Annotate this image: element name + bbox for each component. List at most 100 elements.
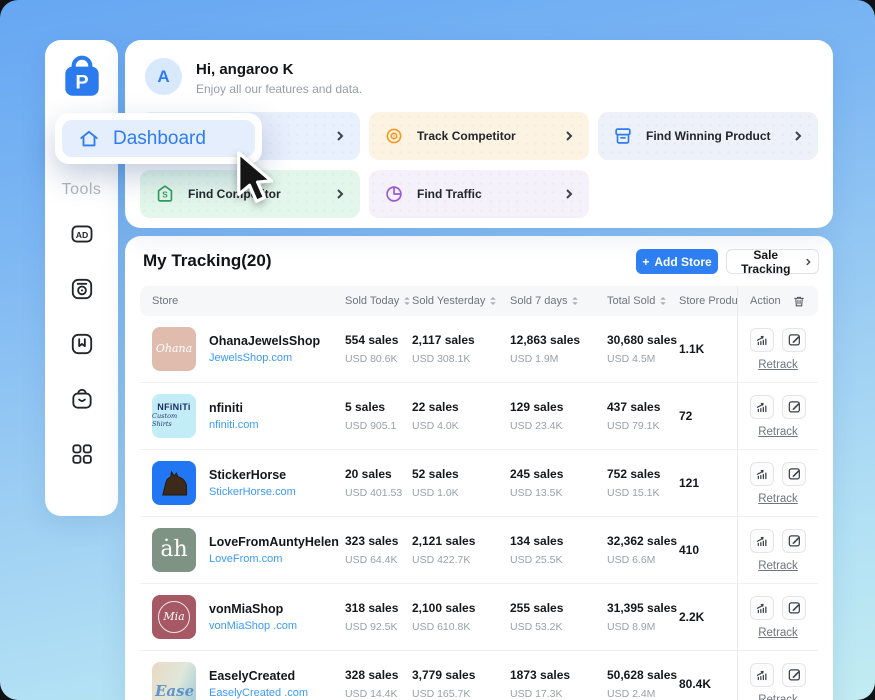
edit-button[interactable]	[782, 663, 806, 687]
store-logo: ȧh	[152, 528, 196, 572]
sold-7days-cell: 12,863 sales USD 1.9M	[510, 333, 607, 365]
store-bag-icon[interactable]	[69, 386, 95, 412]
column-header[interactable]: Store Products	[679, 295, 737, 307]
sold-today-cell: 20 sales USD 401.53	[345, 467, 412, 499]
store-logo: Ease	[152, 662, 196, 700]
greeting-title: Hi, angaroo K	[196, 61, 294, 78]
chart-icon	[755, 667, 770, 682]
sidebar: P Tools AD	[45, 40, 118, 516]
sold-today-cell: 554 sales USD 80.6K	[345, 333, 412, 365]
action-cell: Retrack	[737, 450, 818, 516]
sort-icon[interactable]	[489, 296, 497, 306]
store-domain-link[interactable]: LoveFrom.com	[209, 553, 339, 565]
dashboard-menu-popup: Dashboard	[55, 113, 262, 164]
chevron-right-icon	[334, 130, 346, 142]
sort-icon[interactable]	[403, 296, 411, 306]
table-row: Ease EaselyCreated EaselyCreated .com 32…	[140, 651, 818, 700]
brand-bag-logo[interactable]: P	[58, 53, 106, 101]
table-row: StickerHorse StickerHorse.com 20 sales U…	[140, 450, 818, 517]
bookmark-icon[interactable]	[69, 331, 95, 357]
avatar[interactable]: A	[145, 58, 182, 95]
quick-card-track-competitor[interactable]: Track Competitor	[369, 112, 589, 160]
total-sold-cell: 752 sales USD 15.1K	[607, 467, 679, 499]
trash-icon[interactable]	[792, 294, 806, 309]
horse-icon	[156, 465, 192, 501]
stats-button[interactable]	[750, 462, 774, 486]
chevron-right-icon	[563, 130, 575, 142]
total-sold-cell: 437 sales USD 79.1K	[607, 400, 679, 432]
sold-7days-cell: 1873 sales USD 17.3K	[510, 668, 607, 700]
edit-pencil-icon	[787, 600, 802, 615]
edit-button[interactable]	[782, 328, 806, 352]
chevron-right-icon	[792, 130, 804, 142]
chevron-right-icon	[334, 188, 346, 200]
column-header[interactable]: Sold 7 days	[510, 295, 607, 307]
quick-card-find-traffic[interactable]: Find Traffic	[369, 170, 589, 218]
chevron-right-icon	[804, 257, 812, 267]
store-name: nfiniti	[209, 401, 259, 415]
edit-pencil-icon	[787, 533, 802, 548]
retrack-link[interactable]: Retrack	[758, 426, 798, 438]
edit-button[interactable]	[782, 596, 806, 620]
tracking-title: My Tracking(20)	[143, 251, 272, 271]
sold-today-cell: 323 sales USD 64.4K	[345, 534, 412, 566]
stats-button[interactable]	[750, 328, 774, 352]
column-header[interactable]: Store	[140, 295, 345, 307]
action-cell: Retrack	[737, 517, 818, 583]
retrack-link[interactable]: Retrack	[758, 560, 798, 572]
stats-button[interactable]	[750, 663, 774, 687]
store-products-cell: 80.4K	[679, 677, 737, 691]
apps-grid-icon[interactable]	[69, 441, 95, 467]
total-sold-cell: 50,628 sales USD 2.4M	[607, 668, 679, 700]
ads-icon[interactable]: AD	[69, 221, 95, 247]
column-header[interactable]: Sold Yesterday	[412, 295, 510, 307]
chart-icon	[755, 533, 770, 548]
sort-icon[interactable]	[659, 296, 667, 306]
edit-button[interactable]	[782, 395, 806, 419]
sort-icon[interactable]	[571, 296, 579, 306]
sidebar-item-dashboard[interactable]: Dashboard	[62, 120, 255, 157]
action-cell: Retrack	[737, 584, 818, 650]
sale-tracking-button[interactable]: Sale Tracking	[726, 249, 819, 274]
sold-7days-cell: 134 sales USD 25.5K	[510, 534, 607, 566]
table-header-row: Store Sold Today Sold Yesterday Sold 7 d…	[140, 286, 818, 316]
table-row: Ohana OhanaJewelsShop JewelsShop.com 554…	[140, 316, 818, 383]
store-domain-link[interactable]: StickerHorse.com	[209, 486, 296, 498]
pie-chart-icon	[383, 183, 405, 205]
sold-yesterday-cell: 3,779 sales USD 165.7K	[412, 668, 510, 700]
dashboard-label: Dashboard	[113, 128, 206, 150]
sold-today-cell: 318 sales USD 92.5K	[345, 601, 412, 633]
edit-pencil-icon	[787, 332, 802, 347]
retrack-link[interactable]: Retrack	[758, 627, 798, 639]
store-products-cell: 2.2K	[679, 610, 737, 624]
store-domain-link[interactable]: vonMiaShop .com	[209, 620, 297, 632]
tools-section-label: Tools	[62, 181, 102, 199]
edit-button[interactable]	[782, 462, 806, 486]
mouse-cursor	[233, 149, 283, 209]
product-research-icon[interactable]	[69, 276, 95, 302]
stats-button[interactable]	[750, 395, 774, 419]
retrack-link[interactable]: Retrack	[758, 694, 798, 700]
quick-card-find-winning-product[interactable]: Find Winning Product	[598, 112, 818, 160]
store-domain-link[interactable]: JewelsShop.com	[209, 352, 320, 364]
stats-button[interactable]	[750, 596, 774, 620]
add-store-button[interactable]: + Add Store	[636, 249, 718, 274]
store-name: vonMiaShop	[209, 602, 297, 616]
store-domain-link[interactable]: EaselyCreated .com	[209, 687, 308, 699]
retrack-link[interactable]: Retrack	[758, 493, 798, 505]
chevron-right-icon	[563, 188, 575, 200]
column-header[interactable]: Sold Today	[345, 295, 412, 307]
my-tracking-panel: My Tracking(20) + Add Store Sale Trackin…	[125, 236, 833, 700]
retrack-link[interactable]: Retrack	[758, 359, 798, 371]
chart-icon	[755, 332, 770, 347]
edit-button[interactable]	[782, 529, 806, 553]
sold-yesterday-cell: 52 sales USD 1.0K	[412, 467, 510, 499]
edit-pencil-icon	[787, 466, 802, 481]
store-domain-link[interactable]: nfiniti.com	[209, 419, 259, 431]
store-products-cell: 1.1K	[679, 342, 737, 356]
stats-button[interactable]	[750, 529, 774, 553]
greeting-subtitle: Enjoy all our features and data.	[196, 82, 362, 96]
total-sold-cell: 31,395 sales USD 8.9M	[607, 601, 679, 633]
edit-pencil-icon	[787, 399, 802, 414]
column-header[interactable]: Total Sold	[607, 295, 679, 307]
